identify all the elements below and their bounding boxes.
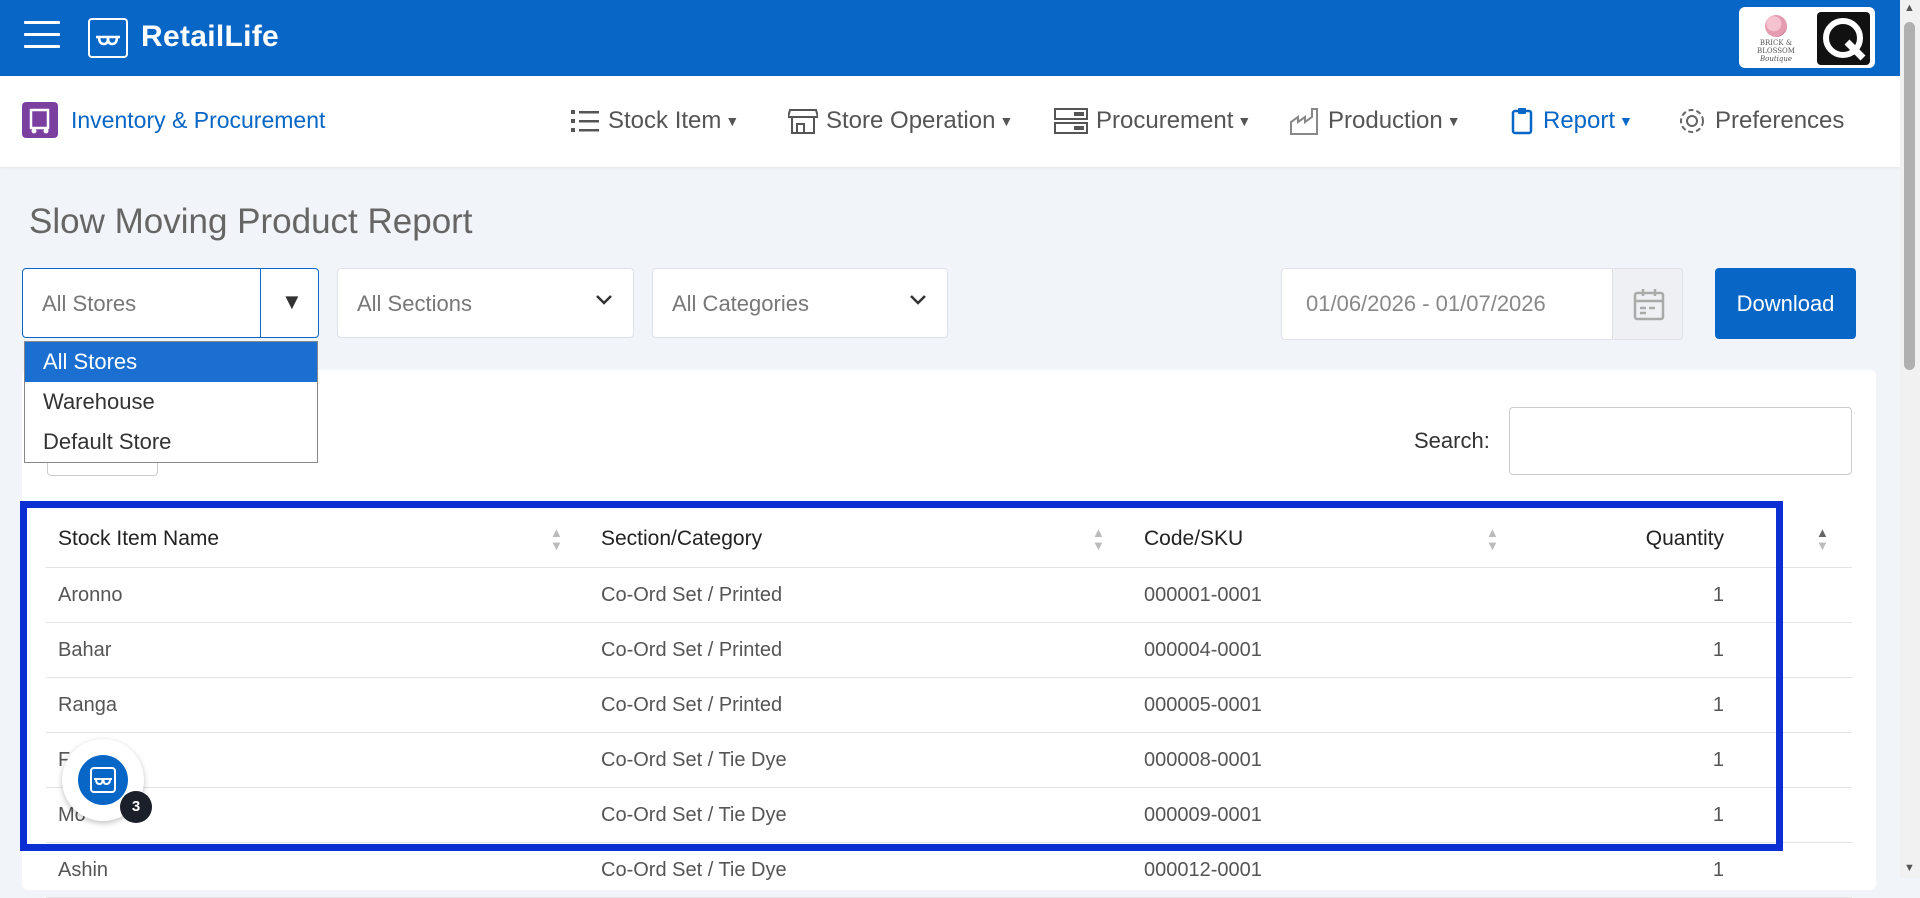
cell-sku: 000012-0001 (1144, 859, 1262, 881)
top-bar: RetailLife BRICK & BLOSSOM Boutique (0, 0, 1900, 76)
cell-quantity: 1 (1712, 639, 1724, 661)
cell-name: Ashin (58, 859, 109, 881)
stores-option[interactable]: Default Store (25, 422, 317, 462)
retaillife-logo-icon (88, 18, 128, 58)
cell-name: Aronno (58, 584, 123, 606)
table-row[interactable]: Ranga Co-Ord Set / Printed 000005-0001 1 (46, 678, 1852, 733)
cell-category: Co-Ord Set / Printed (601, 639, 783, 661)
column-header-quantity[interactable]: Quantity (1502, 512, 1724, 566)
search-input[interactable] (1509, 407, 1852, 475)
chevron-down-icon (595, 287, 613, 313)
hamburger-menu-icon[interactable] (24, 21, 60, 55)
cell-sku: 000004-0001 (1144, 639, 1262, 661)
stores-option[interactable]: All Stores (25, 342, 317, 382)
calendar-icon[interactable] (1612, 269, 1682, 339)
cell-quantity: 1 (1712, 749, 1724, 771)
cell-sku: 000001-0001 (1144, 584, 1262, 606)
inventory-module-icon (22, 102, 58, 138)
cell-quantity: 1 (1712, 859, 1724, 881)
nav-stock-item[interactable]: Stock Item ▼ (570, 107, 739, 135)
clipboard-icon (1511, 107, 1535, 135)
table-row[interactable]: Ashin Co-Ord Set / Tie Dye 000012-0001 1 (46, 843, 1852, 898)
scroll-down-icon[interactable]: ▼ (1904, 862, 1915, 874)
page-title: Slow Moving Product Report (29, 202, 473, 241)
factory-icon (1290, 107, 1320, 135)
date-range-picker[interactable]: 01/06/2026 - 01/07/2026 (1281, 268, 1683, 340)
scroll-up-icon[interactable]: ▲ (1904, 2, 1915, 14)
app-name: RetailLife (141, 20, 280, 53)
download-button[interactable]: Download (1715, 268, 1856, 339)
cell-category: Co-Ord Set / Printed (601, 694, 783, 716)
cell-category: Co-Ord Set / Tie Dye (601, 749, 787, 771)
sort-icon[interactable]: ▲ ▼ (550, 526, 563, 552)
sections-select[interactable]: All Sections (337, 268, 634, 338)
notification-badge: 3 (120, 791, 152, 823)
list-icon (570, 107, 600, 135)
store-icon (786, 107, 820, 135)
chevron-down-icon (909, 287, 927, 313)
page-scrollbar[interactable]: ▲ ▼ (1900, 0, 1920, 878)
cell-name: Bahar (58, 639, 112, 661)
table-row[interactable]: F Co-Ord Set / Tie Dye 000008-0001 1 (46, 733, 1852, 788)
sort-icon[interactable]: ▲ ▼ (1486, 526, 1499, 552)
brick-blossom-logo: BRICK & BLOSSOM Boutique (1743, 11, 1809, 64)
gear-icon (1677, 107, 1707, 135)
sort-icon[interactable]: ▲ ▼ (1092, 526, 1105, 552)
cell-quantity: 1 (1712, 694, 1724, 716)
search-label: Search: (1414, 428, 1490, 453)
categories-select[interactable]: All Categories (652, 268, 948, 338)
cell-category: Co-Ord Set / Tie Dye (601, 859, 787, 881)
stores-dropdown: All Stores Warehouse Default Store (24, 341, 318, 463)
nav-store-operation[interactable]: Store Operation ▼ (786, 107, 1013, 135)
module-title[interactable]: Inventory & Procurement (71, 107, 325, 134)
cell-category: Co-Ord Set / Printed (601, 584, 783, 606)
table-row[interactable]: Aronno Co-Ord Set / Printed 000001-0001 … (46, 568, 1852, 623)
nav-production[interactable]: Production ▼ (1290, 107, 1461, 135)
column-header-category[interactable]: Section/Category (601, 512, 762, 566)
cell-name: Ranga (58, 694, 117, 716)
cell-sku: 000008-0001 (1144, 749, 1262, 771)
server-icon (1054, 107, 1088, 135)
stores-select[interactable]: All Stores ▼ (22, 268, 319, 338)
nav-report[interactable]: Report ▼ (1511, 107, 1633, 135)
stores-option[interactable]: Warehouse (25, 382, 317, 422)
column-header-name[interactable]: Stock Item Name (58, 512, 219, 566)
column-header-sku[interactable]: Code/SKU (1144, 512, 1243, 566)
date-range-input[interactable]: 01/06/2026 - 01/07/2026 (1306, 291, 1546, 317)
cell-sku: 000005-0001 (1144, 694, 1262, 716)
table-header: Stock Item Name ▲ ▼ Section/Category ▲ ▼ C… (46, 512, 1852, 568)
report-table: Stock Item Name ▲ ▼ Section/Category ▲ ▼ C… (46, 512, 1852, 898)
retaillife-glasses-icon (78, 755, 128, 805)
sort-active-icon[interactable]: ▲ ▼ (1816, 526, 1829, 552)
nav-procurement[interactable]: Procurement ▼ (1054, 107, 1251, 135)
nav-preferences[interactable]: Preferences (1677, 107, 1844, 135)
cell-quantity: 1 (1712, 584, 1724, 606)
scrollbar-thumb[interactable] (1904, 22, 1915, 370)
table-row[interactable]: Bahar Co-Ord Set / Printed 000004-0001 1 (46, 623, 1852, 678)
q-logo-icon (1817, 12, 1870, 65)
cell-quantity: 1 (1712, 804, 1724, 826)
cell-sku: 000009-0001 (1144, 804, 1262, 826)
store-logos[interactable]: BRICK & BLOSSOM Boutique (1739, 7, 1875, 68)
floating-assistant-button[interactable]: 3 (62, 739, 152, 823)
cell-category: Co-Ord Set / Tie Dye (601, 804, 787, 826)
table-row[interactable]: Mo Co-Ord Set / Tie Dye 000009-0001 1 (46, 788, 1852, 843)
dropdown-arrow-icon[interactable]: ▼ (281, 289, 303, 315)
